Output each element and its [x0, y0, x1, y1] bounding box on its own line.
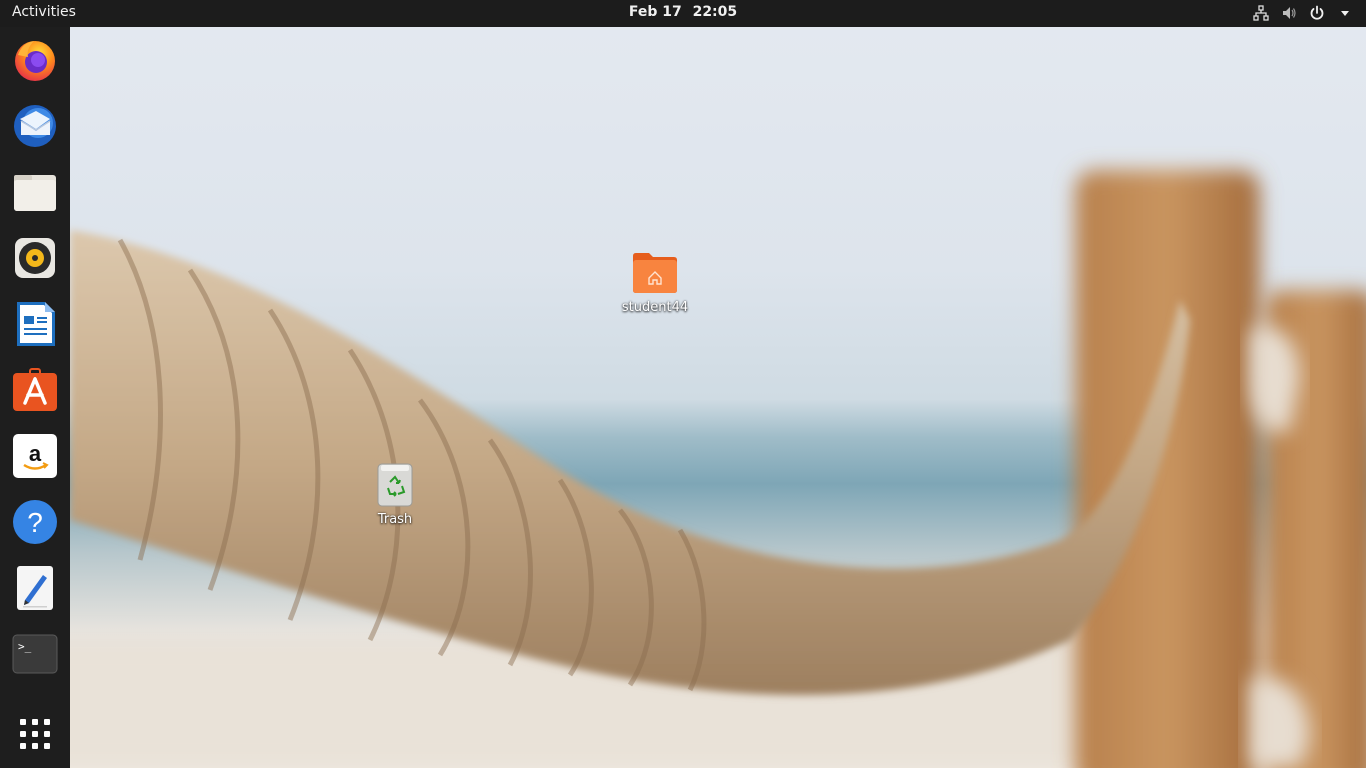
app-grid-icon: [20, 719, 50, 749]
network-icon[interactable]: [1252, 4, 1270, 22]
home-folder-icon: [633, 253, 677, 293]
files-launcher[interactable]: [11, 168, 59, 216]
writer-icon: [17, 302, 55, 346]
amazon-icon: a: [13, 434, 57, 478]
svg-text:?: ?: [27, 507, 43, 538]
power-icon[interactable]: [1308, 4, 1326, 22]
firefox-icon: [15, 41, 55, 81]
files-icon: [14, 175, 56, 211]
thunderbird-launcher[interactable]: [11, 102, 59, 150]
amazon-launcher[interactable]: a: [11, 432, 59, 480]
home-folder-label: student44: [621, 300, 689, 315]
help-icon: ?: [13, 500, 57, 544]
rhythmbox-launcher[interactable]: [11, 234, 59, 282]
clock-date: Feb 17: [628, 4, 682, 20]
desktop-wallpaper: [0, 0, 1366, 768]
trash-desktop-icon[interactable]: Trash: [365, 462, 425, 527]
top-bar: Activities Feb 17 22:05: [0, 0, 1366, 27]
text-editor-icon: [17, 566, 53, 610]
help-launcher[interactable]: ?: [11, 498, 59, 546]
clock-button[interactable]: Feb 17 22:05: [0, 4, 1366, 20]
menu-arrow-icon[interactable]: [1336, 4, 1354, 22]
libreoffice-writer-launcher[interactable]: [11, 300, 59, 348]
software-icon: [13, 368, 57, 411]
ubuntu-software-launcher[interactable]: [11, 366, 59, 414]
clock-time: 22:05: [692, 4, 738, 20]
dock: a ? >_: [0, 27, 70, 768]
show-applications-button[interactable]: [11, 710, 59, 758]
home-folder-desktop-icon[interactable]: student44: [615, 250, 695, 315]
rhythmbox-icon: [15, 238, 55, 278]
volume-icon[interactable]: [1280, 4, 1298, 22]
svg-text:>_: >_: [18, 640, 32, 653]
svg-text:a: a: [29, 441, 42, 466]
trash-label: Trash: [377, 512, 413, 527]
firefox-launcher[interactable]: [11, 36, 59, 84]
system-tray[interactable]: [1252, 4, 1354, 22]
terminal-icon: >_: [12, 634, 58, 674]
text-editor-launcher[interactable]: [11, 564, 59, 612]
thunderbird-icon: [14, 105, 56, 147]
trash-icon: [377, 463, 413, 507]
terminal-launcher[interactable]: >_: [11, 630, 59, 678]
